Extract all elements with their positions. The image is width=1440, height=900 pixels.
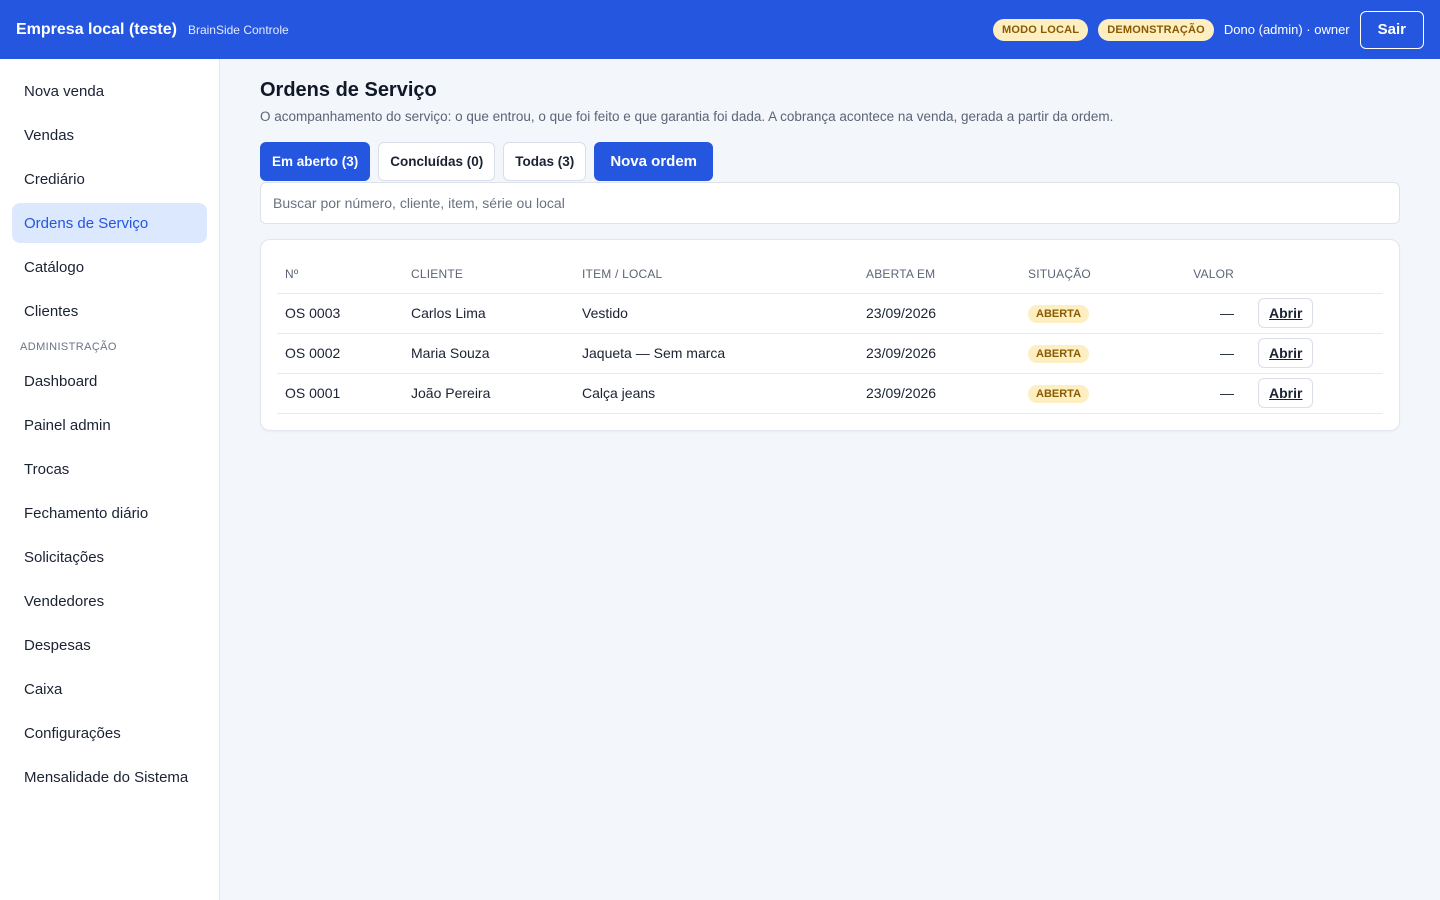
brand-subtitle: BrainSide Controle — [187, 22, 289, 37]
order-value: — — [1170, 293, 1250, 334]
sidebar-item-solicitacoes[interactable]: Solicitações — [12, 537, 207, 577]
table-row: OS 0003 Carlos Lima Vestido 23/09/2026 A… — [277, 293, 1383, 334]
tab-concluidas[interactable]: Concluídas (0) — [378, 142, 496, 181]
sidebar-section-admin: ADMINISTRAÇÃO — [20, 341, 117, 353]
sidebar-item-trocas[interactable]: Trocas — [12, 449, 207, 489]
sidebar-item-clientes[interactable]: Clientes — [12, 291, 207, 331]
open-order-button[interactable]: Abrir — [1258, 378, 1314, 408]
demo-badge: DEMONSTRAÇÃO — [1098, 18, 1214, 41]
sidebar-item-mensalidade[interactable]: Mensalidade do Sistema — [12, 757, 207, 797]
order-number: OS 0003 — [277, 293, 403, 334]
order-item: Vestido — [574, 293, 858, 334]
top-bar: Empresa local (teste) BrainSide Controle… — [0, 0, 1440, 59]
sidebar-item-painel-admin[interactable]: Painel admin — [12, 405, 207, 445]
sidebar-item-despesas[interactable]: Despesas — [12, 625, 207, 665]
logout-button[interactable]: Sair — [1359, 10, 1424, 49]
top-bar-right: MODO LOCAL DEMONSTRAÇÃO Dono (admin) · o… — [993, 10, 1424, 49]
user-label: Dono (admin) · owner — [1223, 22, 1350, 37]
orders-card: Nº CLIENTE ITEM / LOCAL ABERTA EM SITUAÇ… — [260, 239, 1400, 431]
order-status-cell: ABERTA — [1020, 293, 1170, 334]
order-value: — — [1170, 373, 1250, 414]
main-content: Ordens de Serviço O acompanhamento do se… — [220, 59, 1440, 900]
sidebar-item-dashboard[interactable]: Dashboard — [12, 361, 207, 401]
sidebar-item-caixa[interactable]: Caixa — [12, 669, 207, 709]
filter-tabs: Em aberto (3) Concluídas (0) Todas (3) N… — [260, 142, 1400, 181]
sidebar-item-crediario[interactable]: Crediário — [12, 159, 207, 199]
sidebar-item-vendas[interactable]: Vendas — [12, 115, 207, 155]
order-value: — — [1170, 333, 1250, 374]
order-status-cell: ABERTA — [1020, 333, 1170, 374]
status-badge: ABERTA — [1028, 304, 1090, 323]
tab-todas[interactable]: Todas (3) — [503, 142, 587, 181]
col-client: CLIENTE — [403, 256, 574, 294]
orders-table: Nº CLIENTE ITEM / LOCAL ABERTA EM SITUAÇ… — [277, 256, 1383, 414]
col-value: VALOR — [1170, 256, 1250, 294]
order-client: Carlos Lima — [403, 293, 574, 334]
order-actions: Abrir — [1250, 293, 1383, 334]
open-order-button[interactable]: Abrir — [1258, 298, 1314, 328]
order-actions: Abrir — [1250, 373, 1383, 414]
sidebar-item-vendedores[interactable]: Vendedores — [12, 581, 207, 621]
table-row: OS 0002 Maria Souza Jaqueta — Sem marca … — [277, 333, 1383, 374]
page-title: Ordens de Serviço — [260, 79, 437, 101]
table-header-row: Nº CLIENTE ITEM / LOCAL ABERTA EM SITUAÇ… — [277, 256, 1383, 294]
sidebar-item-fechamento-diario[interactable]: Fechamento diário — [12, 493, 207, 533]
new-order-button[interactable]: Nova ordem — [594, 142, 714, 181]
sidebar-item-nova-venda[interactable]: Nova venda — [12, 71, 207, 111]
status-badge: ABERTA — [1028, 384, 1090, 403]
page-description: O acompanhamento do serviço: o que entro… — [260, 109, 1114, 124]
sidebar-item-configuracoes[interactable]: Configurações — [12, 713, 207, 753]
order-actions: Abrir — [1250, 333, 1383, 374]
col-status: SITUAÇÃO — [1020, 256, 1170, 294]
sidebar-item-catalogo[interactable]: Catálogo — [12, 247, 207, 287]
col-item: ITEM / LOCAL — [574, 256, 858, 294]
order-client: Maria Souza — [403, 333, 574, 374]
order-number: OS 0002 — [277, 333, 403, 374]
order-opened: 23/09/2026 — [858, 333, 1020, 374]
order-number: OS 0001 — [277, 373, 403, 414]
order-opened: 23/09/2026 — [858, 293, 1020, 334]
open-order-button[interactable]: Abrir — [1258, 338, 1314, 368]
col-actions — [1250, 256, 1383, 294]
brand-title: Empresa local (teste) — [16, 20, 177, 38]
order-client: João Pereira — [403, 373, 574, 414]
sidebar-item-ordens-de-servico[interactable]: Ordens de Serviço — [12, 203, 207, 243]
order-status-cell: ABERTA — [1020, 373, 1170, 414]
mode-local-badge: MODO LOCAL — [993, 18, 1089, 41]
sidebar: Nova venda Vendas Crediário Ordens de Se… — [0, 59, 220, 900]
col-opened: ABERTA EM — [858, 256, 1020, 294]
col-number: Nº — [277, 256, 403, 294]
status-badge: ABERTA — [1028, 344, 1090, 363]
table-row: OS 0001 João Pereira Calça jeans 23/09/2… — [277, 373, 1383, 414]
order-opened: 23/09/2026 — [858, 373, 1020, 414]
tab-em-aberto[interactable]: Em aberto (3) — [260, 142, 371, 181]
search-input[interactable] — [260, 182, 1400, 224]
order-item: Calça jeans — [574, 373, 858, 414]
order-item: Jaqueta — Sem marca — [574, 333, 858, 374]
